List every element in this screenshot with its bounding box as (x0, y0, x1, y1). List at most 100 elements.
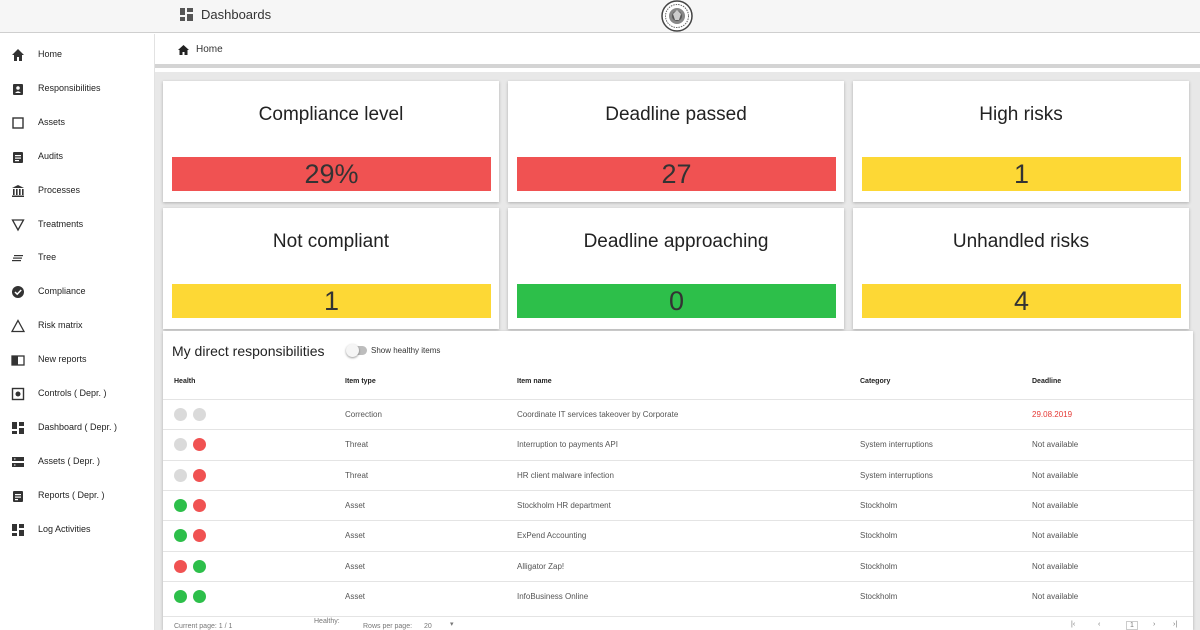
page-number-button[interactable]: 1 (1126, 621, 1138, 630)
responsibilities-panel: My direct responsibilities Show healthy … (163, 331, 1193, 630)
category-cell: System interruptions (860, 470, 933, 480)
first-page-icon[interactable]: |‹ (1071, 621, 1075, 628)
last-page-icon[interactable]: ›| (1173, 621, 1177, 628)
table-row[interactable]: Asset Stockholm HR department Stockholm Not… (163, 489, 1193, 520)
prev-page-icon[interactable]: ‹ (1098, 621, 1100, 628)
chevron-down-icon[interactable]: ▾ (450, 620, 454, 628)
kpi-card-compliance-level[interactable]: Compliance level 29% (163, 81, 499, 202)
main-content: Compliance level 29% Deadline passed 27 High… (155, 72, 1200, 630)
column-header-deadline[interactable]: Deadline (1032, 378, 1061, 385)
breadcrumb[interactable]: Home (178, 44, 223, 55)
item-name-link[interactable]: Stockholm HR department (517, 501, 611, 510)
sidebar-item-controls-depr[interactable]: Controls ( Depr. ) (0, 380, 155, 408)
table-row[interactable]: Asset Alligator Zap! Stockholm Not availabl… (163, 550, 1193, 581)
health-dot (174, 438, 187, 452)
sidebar-item-label: Log Activities (38, 523, 91, 534)
show-healthy-toggle[interactable] (346, 344, 367, 357)
kpi-card-unhandled-risks[interactable]: Unhandled risks 4 (853, 208, 1189, 329)
table-row[interactable]: Threat HR client malware infection System … (163, 459, 1193, 490)
column-header-item-type[interactable]: Item type (345, 378, 376, 385)
sidebar-item-label: Treatments (38, 218, 84, 229)
seal-logo (661, 0, 693, 32)
rows-per-page-select[interactable]: 20 (424, 623, 432, 630)
check-circle-icon (12, 286, 24, 299)
column-header-category[interactable]: Category (860, 378, 890, 385)
deadline-cell: Not available (1032, 440, 1079, 450)
item-type-cell: Asset (345, 591, 366, 601)
category-cell: Stockholm (860, 500, 898, 510)
sidebar-item-treatments[interactable]: Treatments (0, 211, 155, 239)
breadcrumb-bar: Home (155, 34, 1200, 68)
item-name-link[interactable]: Coordinate IT services takeover by Corpo… (517, 410, 678, 419)
item-name-link[interactable]: ExPend Accounting (517, 531, 586, 540)
sidebar-item-label: Audits (38, 150, 64, 161)
deadline-cell: Not available (1032, 591, 1079, 601)
kpi-card-not-compliant[interactable]: Not compliant 1 (163, 208, 499, 329)
table-row[interactable]: Asset InfoBusiness Online Stockholm Not ava… (163, 580, 1193, 611)
report-icon (13, 490, 23, 502)
control-icon (11, 387, 25, 401)
sidebar-item-processes[interactable]: Processes (0, 177, 155, 205)
item-name-link[interactable]: Interruption to payments API (517, 440, 618, 449)
kpi-card-deadline-approaching[interactable]: Deadline approaching 0 (508, 208, 844, 329)
kpi-card-high-risks[interactable]: High risks 1 (853, 81, 1189, 202)
health-dot (174, 468, 187, 482)
sidebar-item-compliance[interactable]: Compliance (0, 278, 155, 306)
kpi-card-title: High risks (979, 104, 1063, 125)
category-cell: Stockholm (860, 531, 898, 541)
filter-triangle-icon (11, 218, 25, 231)
health-dot (193, 468, 206, 482)
sidebar-item-log-activities[interactable]: Log Activities (0, 516, 155, 544)
kpi-card-value: 0 (517, 284, 836, 318)
next-page-icon[interactable]: › (1153, 621, 1155, 628)
kpi-card-title: Deadline approaching (583, 231, 769, 252)
kpi-card-value: 27 (517, 157, 836, 191)
health-dot (193, 559, 206, 573)
column-header-health[interactable]: Health (174, 378, 195, 385)
sidebar-item-label: Responsibilities (38, 82, 101, 93)
sidebar-item-reports-depr[interactable]: Reports ( Depr. ) (0, 482, 155, 510)
lines-icon (12, 255, 23, 262)
sidebar-item-assets-depr[interactable]: Assets ( Depr. ) (0, 448, 155, 476)
table-row[interactable]: Threat Interruption to payments API System… (163, 429, 1193, 459)
item-name-link[interactable]: HR client malware infection (517, 471, 614, 480)
sidebar-item-new-reports[interactable]: New reports (0, 346, 155, 374)
deadline-cell: Not available (1032, 531, 1079, 541)
sidebar-item-home[interactable]: Home (0, 41, 155, 69)
server-icon (12, 456, 24, 467)
sidebar-item-label: Compliance (38, 286, 86, 297)
sidebar-item-label: Assets (38, 116, 66, 127)
home-icon (178, 44, 189, 55)
item-name-link[interactable]: Alligator Zap! (517, 562, 564, 571)
column-header-item-name[interactable]: Item name (517, 378, 552, 385)
sidebar-item-label: Dashboard ( Depr. ) (38, 421, 118, 432)
healthy-label: Healthy: (314, 618, 340, 625)
kpi-card-title: Compliance level (258, 104, 404, 125)
category-cell: Stockholm (860, 561, 898, 571)
book-icon (11, 355, 25, 366)
item-type-cell: Asset (345, 531, 366, 541)
item-name-link[interactable]: InfoBusiness Online (517, 592, 588, 601)
deadline-cell: 29.08.2019 (1032, 410, 1073, 419)
health-dot (174, 559, 187, 573)
kpi-card-title: Not compliant (272, 231, 390, 252)
table-row[interactable]: Asset ExPend Accounting Stockholm Not avail… (163, 520, 1193, 550)
sidebar-item-dashboard-depr[interactable]: Dashboard ( Depr. ) (0, 414, 155, 442)
kpi-card-deadline-passed[interactable]: Deadline passed 27 (508, 81, 844, 202)
kpi-card-value: 29% (172, 157, 491, 191)
app-title-group[interactable]: Dashboards (180, 7, 271, 22)
sidebar-item-tree[interactable]: Tree (0, 244, 155, 272)
square-icon (12, 117, 24, 129)
bank-icon (12, 184, 24, 197)
table-row[interactable]: Correction Coordinate IT services takeove… (163, 399, 1193, 429)
dashboard-icon (12, 421, 24, 434)
sidebar-item-label: Reports ( Depr. ) (38, 489, 105, 500)
sidebar-item-responsibilities[interactable]: Responsibilities (0, 75, 155, 103)
sidebar-item-risk-matrix[interactable]: Risk matrix (0, 312, 155, 340)
item-type-cell: Asset (345, 500, 366, 510)
kpi-card-value: 4 (862, 284, 1181, 318)
dashboard-icon (180, 8, 193, 21)
breadcrumb-home: Home (196, 44, 223, 55)
sidebar-item-assets[interactable]: Assets (0, 109, 155, 137)
sidebar-item-audits[interactable]: Audits (0, 143, 155, 171)
